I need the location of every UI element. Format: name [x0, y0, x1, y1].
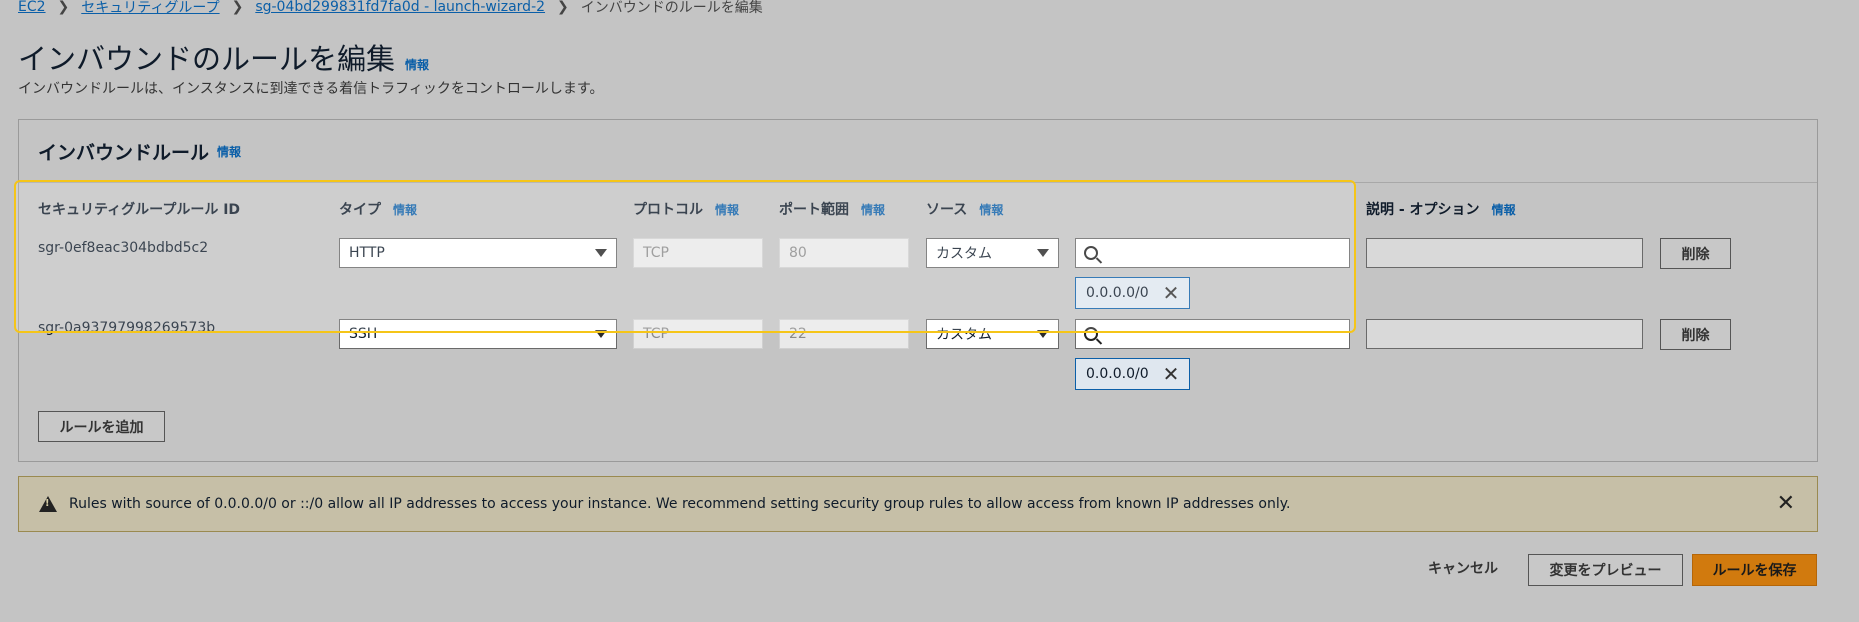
breadcrumb-security-group[interactable]: sg-04bd299831fd7fa0d - launch-wizard-2 [255, 0, 545, 15]
warning-icon [39, 496, 57, 512]
column-header-rule-id: セキュリティグループルール ID [38, 199, 240, 219]
breadcrumb-current: インバウンドのルールを編集 [580, 0, 763, 16]
inbound-rules-panel: インバウンドルール 情報 [18, 119, 1818, 462]
column-label-protocol: プロトコル [633, 202, 703, 218]
close-icon[interactable]: ✕ [1777, 491, 1795, 516]
page-title-text: インバウンドのルールを編集 [18, 42, 396, 76]
cancel-button[interactable]: キャンセル [1428, 558, 1498, 578]
description-info-link[interactable]: 情報 [1492, 201, 1516, 218]
protocol-info-link[interactable]: 情報 [715, 201, 739, 218]
column-label-port-range: ポート範囲 [779, 202, 849, 218]
column-label-source: ソース [926, 202, 968, 218]
caret-down-icon [1037, 249, 1049, 257]
chevron-right-icon: ❯ [231, 0, 244, 15]
description-input-1[interactable] [1366, 238, 1643, 268]
cidr-token-label-1: 0.0.0.0/0 [1086, 285, 1149, 301]
protocol-field-1: TCP [633, 238, 763, 268]
source-info-link[interactable]: 情報 [979, 201, 1003, 218]
cidr-token-1: 0.0.0.0/0 ✕ [1075, 277, 1191, 309]
close-icon[interactable]: ✕ [1163, 283, 1180, 303]
type-info-link[interactable]: 情報 [393, 201, 417, 218]
breadcrumb-ec2[interactable]: EC2 [18, 0, 46, 15]
close-icon[interactable]: ✕ [1163, 364, 1180, 384]
type-select-value-2: SSH [349, 326, 378, 342]
cidr-token-2: 0.0.0.0/0 ✕ [1075, 358, 1191, 390]
port-info-link[interactable]: 情報 [861, 201, 885, 218]
page-description: インバウンドルールは、インスタンスに到達できる着信トラフィックをコントロールしま… [18, 81, 604, 97]
breadcrumb: EC2 ❯ セキュリティグループ ❯ sg-04bd299831fd7fa0d … [18, 0, 763, 17]
column-label-type: タイプ [339, 202, 381, 218]
column-header-type: タイプ 情報 [339, 199, 417, 219]
warning-message: Rules with source of 0.0.0.0/0 or ::/0 a… [69, 496, 1291, 512]
source-select-2[interactable]: カスタム [926, 319, 1059, 349]
caret-down-icon [1037, 330, 1049, 338]
caret-down-icon [595, 249, 607, 257]
panel-title: インバウンドルール [38, 141, 210, 164]
column-label-rule-id: セキュリティグループルール ID [38, 202, 241, 218]
port-field-2: 22 [779, 319, 909, 349]
column-label-description: 説明 - オプション [1366, 202, 1480, 218]
breadcrumb-security-groups[interactable]: セキュリティグループ [81, 0, 219, 17]
delete-button-1[interactable]: 削除 [1660, 238, 1731, 269]
column-header-source: ソース 情報 [926, 199, 1003, 219]
source-select-value-1: カスタム [936, 246, 992, 262]
rule-id-2: sgr-0a93797998269573b [38, 320, 216, 336]
description-input-2[interactable] [1366, 319, 1643, 349]
chevron-right-icon: ❯ [57, 0, 70, 15]
warning-alert: Rules with source of 0.0.0.0/0 or ::/0 a… [18, 476, 1818, 532]
type-select-value-1: HTTP [349, 245, 385, 261]
page-title: インバウンドのルールを編集 情報 [18, 36, 429, 78]
column-header-description: 説明 - オプション 情報 [1366, 199, 1516, 219]
column-header-protocol: プロトコル 情報 [633, 199, 739, 219]
protocol-field-2: TCP [633, 319, 763, 349]
chevron-right-icon: ❯ [557, 0, 569, 15]
panel-info-link[interactable]: 情報 [217, 143, 241, 160]
source-select-1[interactable]: カスタム [926, 238, 1059, 268]
source-search-input-2[interactable] [1075, 319, 1350, 349]
panel-header: インバウンドルール 情報 [19, 120, 1817, 183]
type-select-1[interactable]: HTTP [339, 238, 617, 268]
page-info-link[interactable]: 情報 [405, 56, 429, 73]
save-rules-button[interactable]: ルールを保存 [1692, 554, 1817, 586]
rule-id-1: sgr-0ef8eac304bdbd5c2 [38, 240, 209, 256]
cidr-token-label-2: 0.0.0.0/0 [1086, 366, 1149, 382]
port-field-1: 80 [779, 238, 909, 268]
search-icon [1084, 246, 1098, 260]
delete-button-2[interactable]: 削除 [1660, 319, 1731, 350]
source-select-value-2: カスタム [936, 327, 992, 343]
search-icon [1084, 327, 1098, 341]
caret-down-icon [595, 330, 607, 338]
source-search-input-1[interactable] [1075, 238, 1350, 268]
add-rule-button[interactable]: ルールを追加 [38, 411, 165, 442]
column-header-port-range: ポート範囲 情報 [779, 199, 885, 219]
type-select-2[interactable]: SSH [339, 319, 617, 349]
preview-changes-button[interactable]: 変更をプレビュー [1528, 554, 1683, 586]
